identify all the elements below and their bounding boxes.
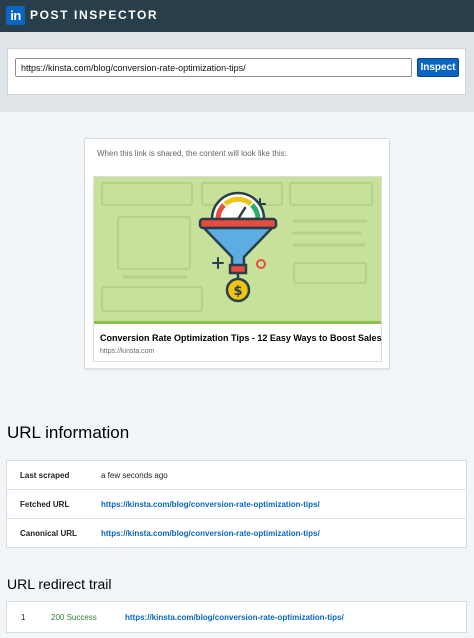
table-row: Last scraped a few seconds ago: [7, 461, 466, 490]
preview-intro-text: When this link is shared, the content wi…: [97, 149, 287, 158]
last-scraped-value: a few seconds ago: [101, 471, 168, 480]
redirect-status: 200 Success: [51, 613, 97, 622]
url-redirect-trail-heading: URL redirect trail: [7, 576, 112, 592]
redirect-trail-table: 1 200 Success https://kinsta.com/blog/co…: [6, 601, 467, 633]
canonical-url-label: Canonical URL: [20, 529, 77, 538]
redirect-url-link[interactable]: https://kinsta.com/blog/conversion-rate-…: [125, 613, 344, 622]
app-title: POST INSPECTOR: [30, 8, 159, 22]
table-row: Canonical URL https://kinsta.com/blog/co…: [7, 519, 466, 548]
table-row: Fetched URL https://kinsta.com/blog/conv…: [7, 490, 466, 519]
linkedin-logo-icon[interactable]: in: [6, 6, 25, 25]
preview-title[interactable]: Conversion Rate Optimization Tips - 12 E…: [100, 333, 382, 343]
link-preview-card: When this link is shared, the content wi…: [84, 138, 390, 369]
search-panel: Inspect: [7, 48, 466, 95]
top-bar: in POST INSPECTOR: [0, 0, 474, 32]
last-scraped-label: Last scraped: [20, 471, 70, 480]
funnel-dollar-illustration-icon: $: [100, 181, 374, 313]
canonical-url-link[interactable]: https://kinsta.com/blog/conversion-rate-…: [101, 529, 320, 538]
inspect-button[interactable]: Inspect: [417, 58, 459, 77]
preview-image: $: [94, 177, 381, 324]
svg-text:$: $: [233, 284, 242, 299]
preview-link-card[interactable]: $ Conversion Rate Optimization Tips - 12…: [93, 176, 382, 362]
url-information-heading: URL information: [7, 423, 130, 442]
redirect-index: 1: [21, 613, 26, 622]
fetched-url-link[interactable]: https://kinsta.com/blog/conversion-rate-…: [101, 500, 320, 509]
fetched-url-label: Fetched URL: [20, 500, 70, 509]
preview-domain: https://kinsta.com: [100, 348, 155, 355]
url-input[interactable]: [15, 58, 412, 77]
url-information-table: Last scraped a few seconds ago Fetched U…: [6, 460, 467, 548]
